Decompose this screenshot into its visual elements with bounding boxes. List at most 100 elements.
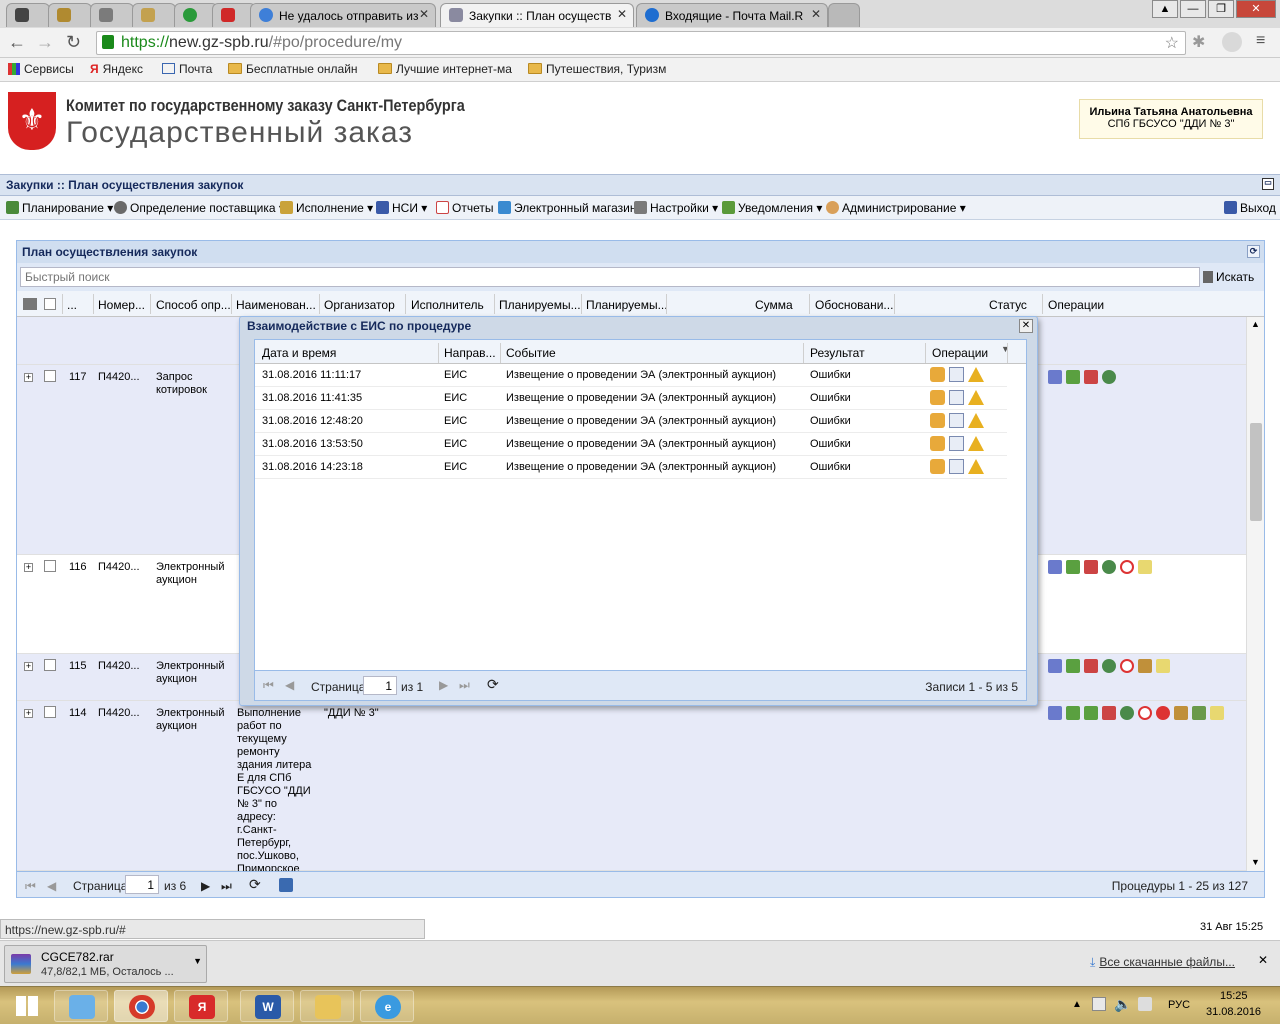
user-info-box[interactable]: Ильина Татьяна Анатольевна СПб ГБСУСО "Д… [1079, 99, 1263, 139]
approve-icon[interactable] [1066, 706, 1080, 720]
table-row[interactable]: 31.08.2016 11:41:35 ЕИС Извещение о пров… [255, 387, 1007, 410]
refresh-icon[interactable] [1138, 706, 1152, 720]
chevron-down-icon[interactable]: ▼ [193, 956, 202, 966]
refresh-icon[interactable] [1120, 560, 1134, 574]
scroll-down-icon[interactable]: ▼ [1251, 857, 1260, 867]
maximize-button[interactable]: ❐ [1208, 0, 1234, 18]
vertical-scrollbar[interactable]: ▲ ▼ [1246, 317, 1264, 871]
gear-icon[interactable] [1102, 659, 1116, 673]
sign-icon[interactable] [1192, 706, 1206, 720]
col-header[interactable]: Планируемы... [499, 298, 581, 312]
user-menu-icon[interactable]: ▲ [1152, 0, 1178, 18]
first-page-icon[interactable]: ⏮ [263, 678, 274, 693]
taskbar-word[interactable]: W [240, 990, 294, 1022]
approve-icon[interactable] [1066, 659, 1080, 673]
col-header[interactable]: Операции [932, 346, 988, 360]
col-header[interactable]: Наименован... [236, 298, 316, 312]
package-icon[interactable] [930, 459, 945, 474]
menu-nsi[interactable]: НСИ ▾ [376, 201, 427, 215]
col-header[interactable]: Направ... [444, 346, 496, 360]
document-icon[interactable] [949, 413, 964, 428]
col-header[interactable]: Операции [1048, 298, 1104, 312]
select-all-checkbox[interactable] [44, 298, 56, 310]
refresh-icon[interactable]: ⟳ [487, 676, 499, 693]
close-icon[interactable]: ✕ [1019, 319, 1033, 333]
table-row[interactable]: 31.08.2016 12:48:20 ЕИС Извещение о пров… [255, 410, 1007, 433]
close-window-button[interactable]: ✕ [1236, 0, 1276, 18]
browser-tab-active[interactable]: Закупки :: План осуществ ✕ [440, 3, 634, 27]
expand-icon[interactable]: + [24, 373, 33, 382]
col-header[interactable]: Номер... [98, 298, 145, 312]
expand-icon[interactable]: + [24, 563, 33, 572]
col-header[interactable]: ... [67, 298, 77, 312]
menu-icon[interactable]: ≡ [1256, 32, 1265, 50]
bookmark-folder[interactable]: Лучшие интернет-ма [378, 62, 512, 76]
package-icon[interactable] [930, 413, 945, 428]
collapse-icon[interactable]: ▭ [1262, 178, 1274, 190]
tray-app-icon[interactable] [1138, 997, 1152, 1011]
reload-icon[interactable]: ↻ [66, 32, 81, 53]
last-page-icon[interactable]: ⏭ [221, 879, 232, 894]
pinned-tab[interactable] [48, 3, 92, 27]
gear-icon[interactable] [1102, 560, 1116, 574]
gear-icon[interactable] [1120, 706, 1134, 720]
last-page-icon[interactable]: ⏭ [459, 678, 470, 693]
table-row[interactable]: 31.08.2016 14:23:18 ЕИС Извещение о пров… [255, 456, 1007, 479]
chart-icon[interactable] [1084, 560, 1098, 574]
emblem-icon[interactable] [1174, 706, 1188, 720]
taskbar-chrome[interactable] [114, 990, 168, 1022]
col-header[interactable]: Планируемы... [586, 298, 668, 312]
package-icon[interactable] [930, 436, 945, 451]
browser-tab[interactable]: Входящие - Почта Mail.R ✕ [636, 3, 828, 27]
quick-search-input[interactable] [20, 267, 1200, 287]
col-header[interactable]: Дата и время [262, 346, 336, 360]
document-icon[interactable] [1138, 560, 1152, 574]
emblem-icon[interactable] [1138, 659, 1152, 673]
save-icon[interactable] [279, 878, 293, 892]
warning-icon[interactable] [968, 436, 984, 451]
first-page-icon[interactable]: ⏮ [25, 879, 36, 894]
extension-icon[interactable]: ✱ [1192, 32, 1205, 52]
taskbar-yandex[interactable]: Я [174, 990, 228, 1022]
approve-icon[interactable] [1084, 706, 1098, 720]
close-icon[interactable]: ✕ [617, 7, 627, 21]
table-row[interactable]: + 114 П4420... Электронный аукцион Выпол… [17, 701, 1246, 871]
close-icon[interactable]: ✕ [1258, 953, 1268, 967]
warning-icon[interactable] [968, 367, 984, 382]
next-page-icon[interactable]: ▶ [439, 678, 448, 692]
search-button[interactable]: Искать [1203, 270, 1254, 284]
bookmark-yandex[interactable]: Я Яндекс [90, 62, 143, 76]
col-header[interactable]: Сумма [755, 298, 793, 312]
clock-date[interactable]: 31.08.2016 [1206, 1006, 1261, 1018]
gear-icon[interactable] [1102, 370, 1116, 384]
document-icon[interactable] [949, 459, 964, 474]
pinned-tab[interactable] [132, 3, 176, 27]
all-downloads-link[interactable]: ⤓ Все скачанные файлы... [1090, 955, 1235, 970]
next-page-icon[interactable]: ▶ [201, 879, 210, 893]
menu-administration[interactable]: Администрирование ▾ [826, 201, 966, 215]
close-icon[interactable]: ✕ [811, 7, 821, 21]
extension-icon[interactable] [1222, 32, 1242, 52]
tray-expand-icon[interactable]: ▲ [1072, 999, 1082, 1010]
document-icon[interactable] [1210, 706, 1224, 720]
keyboard-language[interactable]: РУС [1168, 999, 1190, 1011]
scroll-thumb[interactable] [1250, 423, 1262, 521]
pinned-tab[interactable] [90, 3, 134, 27]
warning-icon[interactable] [968, 390, 984, 405]
taskbar-explorer[interactable] [300, 990, 354, 1022]
star-icon[interactable]: ☆ [1165, 33, 1179, 53]
document-icon[interactable] [1156, 659, 1170, 673]
row-checkbox[interactable] [44, 659, 56, 671]
cancel-icon[interactable] [1156, 706, 1170, 720]
close-icon[interactable]: ✕ [419, 7, 429, 21]
edit-icon[interactable] [1048, 706, 1062, 720]
bookmark-mail[interactable]: Почта [162, 62, 212, 76]
new-tab-button[interactable] [828, 3, 860, 27]
logout-button[interactable]: Выход [1224, 201, 1276, 215]
url-input[interactable]: https://new.gz-spb.ru/#po/procedure/my ☆ [96, 31, 1186, 55]
refresh-panel-icon[interactable]: ⟳ [1247, 245, 1260, 258]
table-row[interactable]: 31.08.2016 11:11:17 ЕИС Извещение о пров… [255, 364, 1007, 387]
menu-supplier[interactable]: Определение поставщика ▾ [114, 201, 285, 215]
forward-icon[interactable]: → [36, 32, 54, 53]
col-header[interactable]: Результат [810, 346, 865, 360]
